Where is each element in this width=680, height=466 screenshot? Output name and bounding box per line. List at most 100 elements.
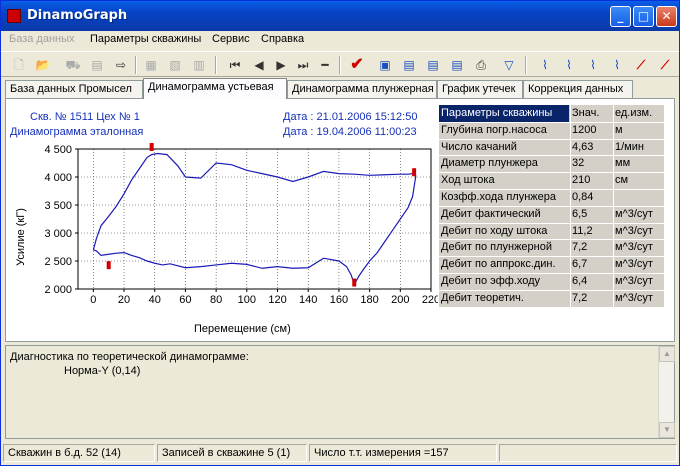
param-value: 210 [572, 174, 591, 187]
move-icon[interactable]: ▧ [165, 55, 185, 75]
last-record-icon[interactable]: ⏭ [293, 55, 313, 75]
chart-compare-icon[interactable]: ⌇ [607, 55, 627, 75]
title-bar[interactable]: DinamoGraph _ □ ✕ [1, 1, 679, 31]
menu-database[interactable]: База данных [9, 33, 75, 45]
curve-marker [352, 278, 357, 287]
import-icon[interactable]: ⛟ [63, 55, 83, 75]
table-row[interactable]: Дебит теоретич. 7,2 м^3/сут [439, 290, 664, 307]
table-row[interactable]: Дебит по плунжерной 7,2 м^3/сут [439, 239, 664, 256]
app-window: DinamoGraph _ □ ✕ База данных Параметры … [0, 0, 680, 466]
grid-header-unit[interactable]: ед.изм. [615, 107, 652, 119]
param-value: 7,2 [572, 291, 588, 304]
chart-leak-icon[interactable]: ⌇ [583, 55, 603, 75]
menu-help[interactable]: Справка [261, 33, 304, 45]
toolbar: 🗋 📂 ⛟ ▤ ⇨ ▦ ▧ ▥ ⏮ ◀ ▶ ⏭ ━ ✔ ▣ ▤ ▤ ▤ ⎙ ▽ … [1, 51, 679, 77]
grid-header-row: Параметры скважины Знач. ед.изм. [439, 105, 664, 122]
table-row[interactable]: Дебит по эфф.ходу 6,4 м^3/сут [439, 273, 664, 290]
param-name: Глубина погр.насоса [441, 123, 547, 136]
grid-header-value[interactable]: Знач. [572, 107, 599, 119]
x-tick-label: 140 [299, 294, 317, 306]
grid-line [439, 189, 664, 190]
param-unit: м^3/сут [615, 207, 653, 220]
report2-icon[interactable]: ▤ [423, 55, 443, 75]
print-icon[interactable]: ⎙ [471, 55, 491, 75]
status-points: Число т.т. измерения =157 [309, 444, 497, 462]
y-axis-label: Усилие (кГ) [14, 208, 27, 266]
table-row[interactable]: Глубина погр.насоса 1200 м [439, 122, 664, 139]
minimize-button[interactable]: _ [610, 6, 631, 27]
chart-line-icon[interactable]: ⟋ [631, 55, 651, 75]
diagnostics-result: Норма-Y (0,14) [64, 365, 141, 377]
table-row[interactable]: Дебит фактический 6,5 м^3/сут [439, 206, 664, 223]
grid-header-param[interactable]: Параметры скважины [439, 105, 569, 122]
table-row[interactable]: Ход штока 210 см [439, 172, 664, 189]
table-row[interactable]: Козфф.хода плунжера 0,84 [439, 189, 664, 206]
x-axis-label: Перемещение (см) [194, 323, 291, 335]
x-tick-label: 160 [330, 294, 348, 306]
prev-record-icon[interactable]: ◀ [249, 55, 269, 75]
plot-frame [77, 148, 432, 290]
tab-content: Скв. № 1511 Цех № 1 Динамограмма эталонн… [5, 98, 675, 342]
grid-line [439, 205, 664, 207]
table-row[interactable]: Дебит по ходу штока 11,2 м^3/сут [439, 223, 664, 240]
delete-record-icon[interactable]: ━ [315, 55, 335, 75]
menu-well-params[interactable]: Параметры скважины [90, 33, 201, 45]
table-row[interactable]: Диаметр плунжера 32 мм [439, 155, 664, 172]
x-tick-label: 40 [149, 294, 161, 306]
grid-line [439, 138, 664, 140]
menu-service[interactable]: Сервис [212, 33, 250, 45]
grid-line [439, 155, 664, 157]
next-record-icon[interactable]: ▶ [271, 55, 291, 75]
table-row[interactable]: Число качаний 4,63 1/мин [439, 139, 664, 156]
table-row[interactable]: Дебит по аппрокс.дин. 6,7 м^3/сут [439, 256, 664, 273]
toolbar-separator [135, 56, 137, 74]
y-tick-label: 2 000 [44, 284, 72, 296]
check-icon[interactable]: ✔ [347, 55, 367, 75]
param-value: 7,2 [572, 241, 588, 254]
report-icon[interactable]: ▤ [399, 55, 419, 75]
param-name: Дебит теоретич. [441, 291, 524, 304]
open-folder-icon[interactable]: 📂 [33, 55, 53, 75]
tab-data-correction[interactable]: Коррекция данных [523, 80, 633, 98]
first-record-icon[interactable]: ⏮ [225, 55, 245, 75]
y-tick-label: 3 000 [44, 228, 72, 240]
diagnostics-scrollbar[interactable]: ▲ ▼ [658, 346, 675, 438]
tab-plunger-dyno[interactable]: Динамограмма плунжерная [287, 80, 437, 98]
diagnostics-panel: Диагностика по теоретической динамограмм… [5, 345, 675, 439]
paste-icon[interactable]: ▦ [141, 55, 161, 75]
y-tick-label: 2 500 [44, 256, 72, 268]
x-tick-label: 20 [118, 294, 130, 306]
close-button[interactable]: ✕ [656, 6, 677, 27]
status-bar: Скважин в б.д. 52 (14) Записей в скважин… [3, 443, 679, 463]
tab-database[interactable]: База данных Промысел [5, 80, 143, 98]
x-tick-label: 120 [268, 294, 286, 306]
chart-dyno-icon[interactable]: ⌇ [535, 55, 555, 75]
chart-corr-icon[interactable]: ⟋ [655, 55, 675, 75]
param-value: 6,5 [572, 207, 588, 220]
x-tick-label: 180 [360, 294, 378, 306]
tab-wellhead-dyno[interactable]: Динамограмма устьевая [143, 78, 287, 99]
grid-line [439, 222, 664, 224]
maximize-button[interactable]: □ [633, 6, 654, 27]
calculator-icon[interactable]: ▣ [375, 55, 395, 75]
copy-icon[interactable]: ▤ [87, 55, 107, 75]
chart-plunger-icon[interactable]: ⌇ [559, 55, 579, 75]
x-tick-label: 220 [422, 294, 438, 306]
param-value: 32 [572, 157, 585, 170]
report3-icon[interactable]: ▤ [447, 55, 467, 75]
param-value: 6,4 [572, 275, 588, 287]
param-value: 1200 [572, 123, 597, 136]
export-icon[interactable]: ⇨ [111, 55, 131, 75]
tab-leak-chart[interactable]: График утечек [437, 80, 523, 98]
param-value: 0,84 [572, 191, 594, 203]
new-doc-icon[interactable]: 🗋 [9, 55, 29, 75]
scroll-down-icon[interactable]: ▼ [659, 422, 675, 438]
filter-icon[interactable]: ▽ [499, 55, 519, 75]
x-tick-label: 0 [90, 294, 96, 306]
scroll-up-icon[interactable]: ▲ [659, 346, 675, 362]
grid-line [439, 256, 664, 258]
param-name: Дебит по плунжерной [441, 241, 552, 254]
param-value: 6,7 [572, 258, 588, 271]
transfer-icon[interactable]: ▥ [189, 55, 209, 75]
param-name: Козфф.хода плунжера [441, 191, 556, 203]
